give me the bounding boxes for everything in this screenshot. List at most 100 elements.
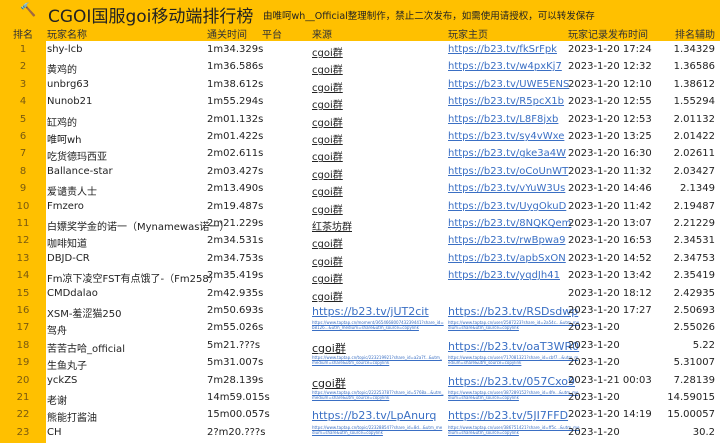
homepage-link[interactable]: https://b23.tv/UWE5ENS	[448, 79, 569, 90]
homepage-link[interactable]: https://b23.tv/RSDsdwp	[448, 305, 578, 318]
homepage-link[interactable]: https://b23.tv/fkSrFpk	[448, 44, 557, 55]
rank-cell: 16	[16, 305, 30, 316]
clear-time: 2?m20.???s	[207, 426, 266, 438]
source-link[interactable]: cgoi群	[312, 201, 343, 216]
rank-cell: 14	[16, 270, 30, 282]
rank-aux: 2.03427	[673, 165, 715, 177]
clear-time: 1m38.612s	[207, 78, 264, 90]
homepage-link[interactable]: https://b23.tv/8NQKQem	[448, 218, 571, 229]
homepage-link[interactable]: https://b23.tv/rwBpwa9	[448, 235, 565, 246]
table-row: 22 熊能打酱油 15m00.057s https://b23.tv/LpAnurq h…	[0, 406, 720, 424]
homepage-link[interactable]: https://b23.tv/L8F8jxb	[448, 114, 558, 125]
source-link[interactable]: cgoi群	[312, 96, 343, 111]
table-row: 1 shy-lcb 1m34.329s cgoi群 https://b23.tv/fkS…	[0, 41, 720, 59]
homepage-link[interactable]: https://b23.tv/R5pcX1b	[448, 96, 564, 107]
rank-aux: 2.35419	[673, 270, 715, 282]
homepage-link[interactable]: https://www.taptap.cn/user/717081321?sha…	[448, 355, 580, 365]
player-name: DBJD-CR	[47, 252, 90, 264]
homepage-link[interactable]: https://b23.tv/vYuW3Us	[448, 183, 565, 194]
homepage-link[interactable]: https://b23.tv/yqdJh41	[448, 270, 560, 281]
rank-cell: 6	[19, 131, 27, 142]
record-date: 2023-1-20	[568, 357, 620, 369]
clear-time: 1m34.329s	[207, 44, 264, 55]
player-name: Nunob21	[47, 96, 93, 108]
rank-aux: 1.34329	[673, 44, 715, 55]
rank-aux: 2.19487	[673, 200, 715, 212]
homepage-link[interactable]: https://www.taptap.cn/user/387289152?sha…	[448, 390, 580, 400]
homepage-link[interactable]: https://b23.tv/apbSxON	[448, 253, 566, 264]
player-name: 吃货德玛西亚	[47, 152, 107, 164]
source-link[interactable]: cgoi群	[312, 235, 343, 250]
col-source: 来源	[312, 30, 332, 41]
source-link[interactable]: https://www.taptap.cn/topic/223288547?sh…	[312, 425, 444, 435]
player-name: 黄鸡的	[47, 65, 77, 77]
homepage-link[interactable]: https://b23.tv/sy4vWxe	[448, 131, 564, 142]
col-name: 玩家名称	[47, 30, 87, 41]
record-date: 2023-1-20 13:25	[568, 131, 652, 142]
clear-time: 2m03.427s	[207, 165, 264, 177]
source-link[interactable]: https://b23.tv/jUT2cit	[312, 305, 429, 318]
player-name: 生鱼丸子	[47, 361, 87, 373]
table-row: 11 白嫖奖学金的诺一（Mynamewas诺一） 2m21.229s 红茶坊群 http…	[0, 215, 720, 233]
source-link[interactable]: https://b23.tv/LpAnurq	[312, 409, 436, 422]
homepage-link[interactable]: https://b23.tv/UygOkuD	[448, 201, 566, 212]
table-row: 2 黄鸡的 1m36.586s cgoi群 https://b23.tv/w4pxKj7…	[0, 58, 720, 77]
col-date: 玩家记录发布时间	[568, 30, 648, 41]
source-link[interactable]: cgoi群	[312, 148, 343, 163]
rank-aux: 2.01132	[673, 113, 715, 125]
page-title: CGOI国服goi移动端排行榜	[48, 7, 254, 27]
source-link[interactable]: cgoi群	[312, 114, 343, 129]
rank-cell: 20	[16, 374, 30, 386]
record-date: 2023-1-20 18:12	[568, 287, 652, 299]
player-name: 苦苦古哈_official	[47, 343, 125, 355]
source-link[interactable]: cgoi群	[312, 79, 343, 94]
source-link[interactable]: https://www.taptap.cn/topic/223219921?sh…	[312, 355, 444, 365]
player-name: unbrg63	[47, 78, 90, 90]
rank-aux: 1.38612	[673, 78, 715, 90]
rank-cell: 18	[16, 339, 30, 351]
player-name: 白嫖奖学金的诺一（Mynamewas诺一）	[47, 222, 230, 233]
homepage-link[interactable]: https://www.taptap.cn/user/386751421?sha…	[448, 425, 580, 435]
player-name: CMDdalao	[47, 287, 98, 299]
rank-aux: 2.01422	[673, 131, 715, 142]
source-link[interactable]: cgoi群	[312, 253, 343, 268]
player-name: XSM-羞涩猫250	[47, 309, 122, 320]
homepage-link[interactable]: https://b23.tv/5JI7FFD	[448, 409, 568, 422]
homepage-link[interactable]: https://b23.tv/057Cxo9	[448, 375, 575, 388]
source-link[interactable]: cgoi群	[312, 61, 343, 76]
table-row: 19 生鱼丸子 5m31.007s https://www.taptap.cn/top…	[0, 354, 720, 373]
source-link[interactable]: https://www.taptap.cn/moment/36546680074…	[312, 320, 444, 330]
source-link[interactable]: cgoi群	[312, 131, 343, 146]
table-row: 23 CH 2?m20.???s https://www.taptap.cn/topi…	[0, 424, 720, 441]
source-link[interactable]: cgoi群	[312, 270, 343, 285]
rank-cell: 15	[16, 287, 30, 299]
source-link[interactable]: cgoi群	[312, 44, 343, 59]
player-name: 唯呵wh	[47, 135, 82, 146]
table-row: 3 unbrg63 1m38.612s cgoi群 https://b23.tv/UWE…	[0, 76, 720, 94]
wrench-icon: 🔨	[20, 3, 37, 18]
homepage-link[interactable]: https://b23.tv/gke3a4W	[448, 148, 566, 159]
player-name: Ballance-star	[47, 165, 113, 177]
clear-time: 2m13.490s	[207, 183, 264, 195]
homepage-link[interactable]: https://b23.tv/oCoUnWT	[448, 166, 568, 177]
source-link[interactable]: 红茶坊群	[312, 218, 352, 233]
source-link[interactable]: cgoi群	[312, 166, 343, 181]
table-row: 18 苦苦古哈_official 5m21.???s cgoi群 https://b23…	[0, 337, 720, 355]
rank-aux: 2.02611	[673, 148, 715, 160]
clear-time: 2m21.229s	[207, 218, 264, 229]
source-link[interactable]: cgoi群	[312, 183, 343, 198]
clear-time: 2m34.531s	[207, 235, 264, 247]
homepage-link[interactable]: https://www.taptap.cn/user/2587223?share…	[448, 320, 580, 330]
rank-aux: 7.28139	[673, 374, 715, 386]
homepage-link[interactable]: https://b23.tv/w4pxKj7	[448, 61, 562, 72]
rank-aux: 2.42935	[673, 287, 715, 299]
record-date: 2023-1-20 13:42	[568, 270, 652, 282]
source-link[interactable]: cgoi群	[312, 288, 343, 303]
clear-time: 5m21.???s	[207, 339, 261, 351]
rank-cell: 9	[19, 183, 27, 195]
record-date: 2023-1-20 12:53	[568, 113, 652, 125]
rank-aux: 30.2	[692, 426, 715, 438]
homepage-link[interactable]: https://b23.tv/oaT3WR0	[448, 340, 579, 353]
source-link[interactable]: https://www.taptap.cn/topic/222253787?sh…	[312, 390, 444, 400]
col-aux: 排名辅助	[675, 30, 715, 41]
